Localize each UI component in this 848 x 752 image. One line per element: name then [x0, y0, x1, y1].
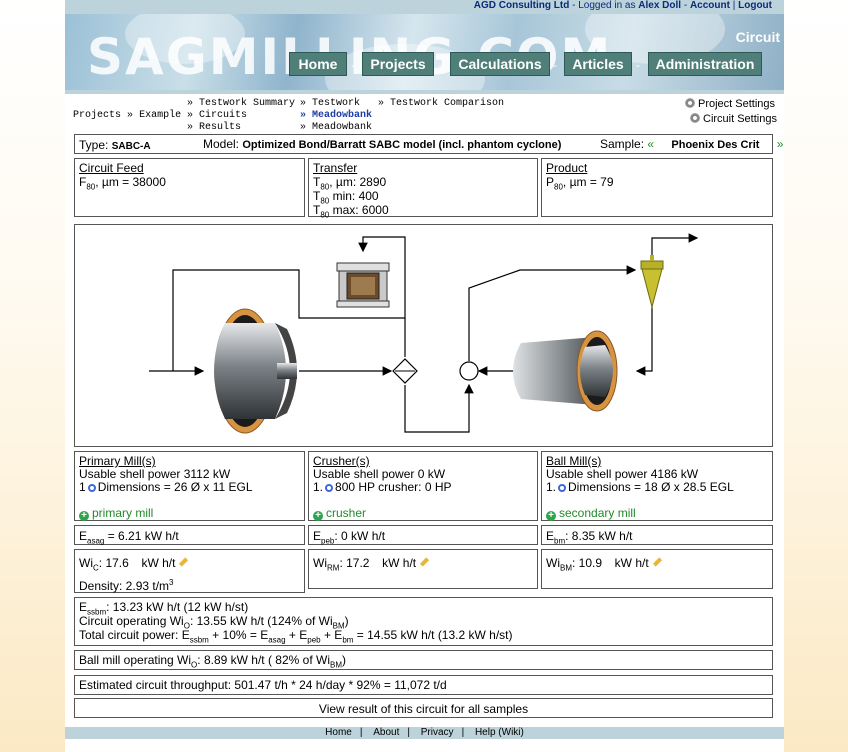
footer-nav: Home | About | Privacy | Help (Wiki) [65, 727, 784, 739]
transfer-panel: Transfer T80, µm: 2890 T80 min: 400 T80 … [308, 158, 538, 219]
model-value: Optimized Bond/Barratt SABC model (incl.… [242, 139, 562, 151]
nav-administration[interactable]: Administration [648, 52, 762, 76]
crumb-meadowbank-results[interactable]: » Meadowbank [300, 122, 372, 133]
wirm-panel: WiRM: 17.2 kW h/t [308, 549, 538, 589]
circuit-feed-title[interactable]: Circuit Feed [79, 161, 144, 175]
sample-prev-button[interactable]: « [647, 137, 654, 151]
circuit-summary-panel: Essbm: 13.23 kW h/t (12 kW h/st) Circuit… [74, 597, 773, 646]
add-secondary-mill-link[interactable]: + secondary mill [546, 507, 636, 521]
crumb-results[interactable]: » Results [187, 122, 241, 133]
banner-strip [65, 90, 784, 94]
nav-home[interactable]: Home [289, 52, 347, 76]
user-link[interactable]: Alex Doll [638, 0, 681, 11]
epeb-panel: Epeb: 0 kW h/t [308, 525, 538, 545]
wic-value: 17.6 [105, 556, 129, 570]
transfer-title[interactable]: Transfer [313, 161, 357, 175]
site-banner: SAGMILLING.COM Circuit Home - Projects -… [65, 14, 784, 90]
primary-mill-title[interactable]: Primary Mill(s) [79, 454, 156, 468]
throughput-panel: Estimated circuit throughput: 501.47 t/h… [74, 675, 773, 695]
junction-node [459, 361, 479, 381]
account-link[interactable]: Account [690, 0, 730, 11]
plus-icon: + [79, 511, 89, 521]
footer-home-link[interactable]: Home [325, 727, 352, 738]
nav-projects[interactable]: Projects [362, 52, 434, 76]
flowsheet-svg [149, 233, 699, 434]
primary-mill-icon[interactable] [214, 308, 297, 434]
sample-next-button[interactable]: » [777, 137, 784, 151]
search-icon[interactable] [325, 484, 334, 492]
footer-help-link[interactable]: Help (Wiki) [475, 727, 524, 738]
product-title[interactable]: Product [546, 161, 587, 175]
company-link[interactable]: AGD Consulting Ltd [474, 0, 570, 11]
ball-mill-icon[interactable] [513, 330, 618, 412]
nav-calculations[interactable]: Calculations [450, 52, 550, 76]
logout-link[interactable]: Logout [738, 0, 772, 11]
ball-mill-title[interactable]: Ball Mill(s) [546, 454, 601, 468]
footer-about-link[interactable]: About [373, 727, 399, 738]
crumb-projects[interactable]: Projects [73, 110, 121, 121]
crumb-testwork[interactable]: » Testwork [300, 98, 360, 109]
add-crusher-link[interactable]: + crusher [313, 507, 366, 521]
circuit-settings-link[interactable]: Circuit Settings [690, 113, 777, 125]
footer-privacy-link[interactable]: Privacy [421, 727, 454, 738]
plus-icon: + [313, 511, 323, 521]
ball-mill-operating-panel: Ball mill operating WiO: 8.89 kW h/t ( 8… [74, 650, 773, 670]
circuit-feed-panel: Circuit Feed F80, µm = 38000 [74, 158, 305, 217]
breadcrumb: Projects » Example [73, 110, 182, 121]
gear-icon [685, 98, 695, 108]
project-settings-link[interactable]: Project Settings [685, 98, 775, 110]
view-all-samples-button[interactable]: View result of this circuit for all samp… [74, 698, 773, 718]
plus-icon: + [546, 511, 556, 521]
crusher-panel: Crusher(s) Usable shell power 0 kW 1. 800… [308, 451, 538, 521]
crusher-icon[interactable] [336, 262, 390, 308]
ball-mill-panel: Ball Mill(s) Usable shell power 4186 kW … [541, 451, 773, 521]
add-primary-mill-link[interactable]: + primary mill [79, 507, 153, 521]
primary-mill-panel: Primary Mill(s) Usable shell power 3112 … [74, 451, 305, 521]
type-value: SABC-A [111, 141, 151, 152]
ebm-panel: Ebm: 8.35 kW h/t [541, 525, 773, 545]
search-icon[interactable] [558, 484, 567, 492]
edit-icon[interactable] [420, 557, 430, 567]
crumb-testwork-comparison[interactable]: » Testwork Comparison [378, 98, 504, 109]
crusher-title[interactable]: Crusher(s) [313, 454, 370, 468]
wic-panel: WiC: 17.6 kW h/t Density: 2.93 t/m3 [74, 549, 305, 593]
crumb-example[interactable]: Example [139, 110, 181, 121]
edit-icon[interactable] [179, 557, 189, 567]
page: AGD Consulting Ltd - Logged in as Alex D… [65, 0, 784, 752]
gear-icon [690, 113, 700, 123]
circuit-info-bar: Type: SABC-A Model: Optimized Bond/Barra… [74, 134, 783, 154]
edit-icon[interactable] [652, 557, 662, 567]
esag-panel: Easag = 6.21 kW h/t [74, 525, 305, 545]
product-panel: Product P80, µm = 79 [541, 158, 773, 217]
wibm-value: 10.9 [578, 556, 603, 570]
wirm-value: 17.2 [346, 556, 370, 570]
crumb-circuits[interactable]: » Circuits [187, 110, 247, 121]
section-title: Circuit [735, 29, 780, 45]
logged-in-text: Logged in as [578, 0, 636, 11]
cyclone-icon[interactable] [640, 255, 664, 309]
wibm-panel: WiBM: 10.9 kW h/t [541, 549, 773, 589]
crumb-meadowbank-current[interactable]: » Meadowbank [300, 110, 372, 121]
circuit-diagram [74, 224, 773, 447]
nav-articles[interactable]: Articles [564, 52, 632, 76]
search-icon[interactable] [87, 484, 96, 492]
sample-value: Phoenix Des Crit [671, 139, 760, 151]
top-user-bar: AGD Consulting Ltd - Logged in as Alex D… [65, 0, 784, 14]
crumb-testwork-summary[interactable]: » Testwork Summary [187, 98, 295, 109]
